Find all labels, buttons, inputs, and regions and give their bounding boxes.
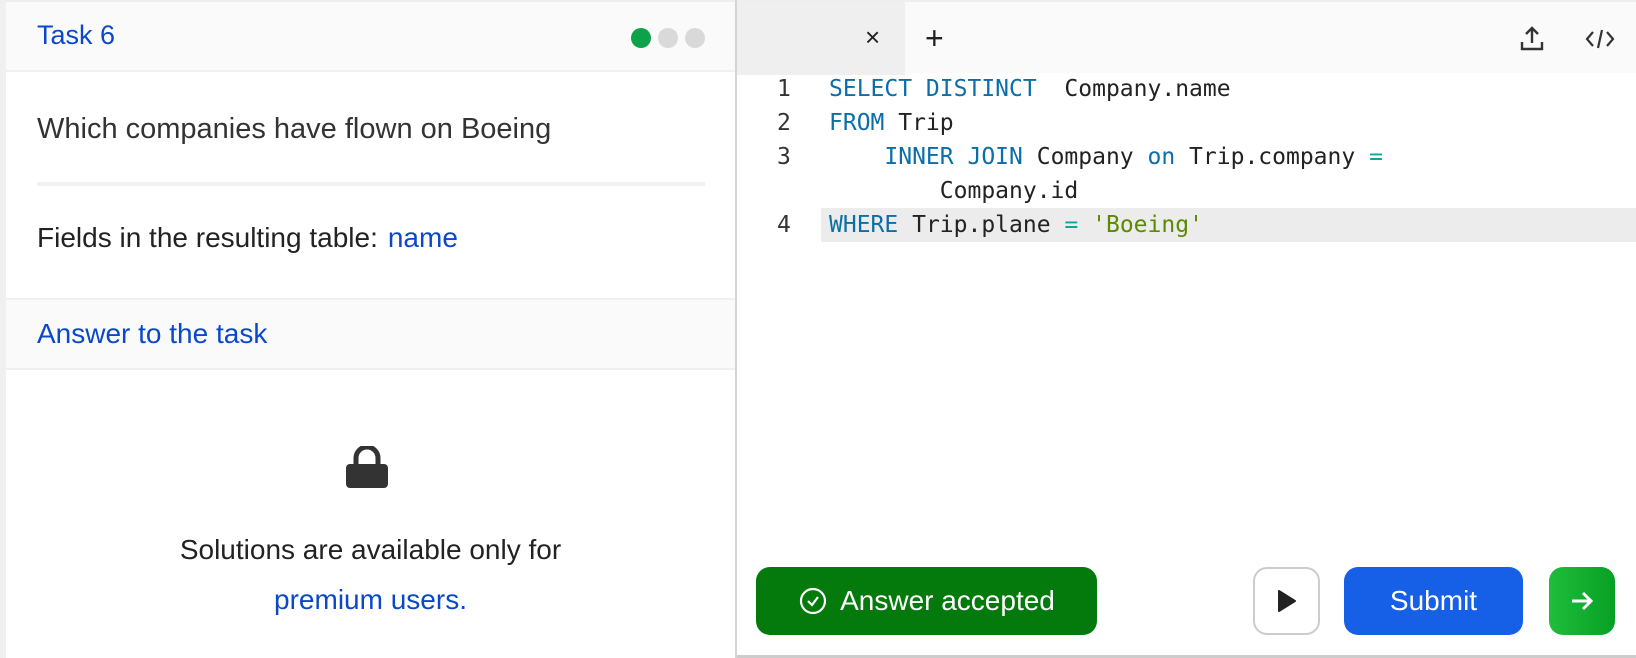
progress-dot-pending [685, 28, 705, 48]
code-line[interactable]: Company.id [737, 174, 1636, 208]
code-token: Company.id [829, 178, 1079, 204]
fields-label: Fields in the resulting table: [37, 222, 378, 253]
code-line[interactable]: 3 INNER JOIN Company on Trip.company = [737, 140, 1636, 174]
task-question: Which companies have flown on Boeing [37, 113, 552, 145]
share-icon[interactable] [1517, 24, 1547, 54]
run-button[interactable] [1253, 567, 1320, 635]
result-fields: Fields in the resulting table: name [37, 222, 458, 254]
code-token: Trip.plane [898, 212, 1065, 238]
locked-message: Solutions are available only for [179, 534, 562, 565]
answer-heading[interactable]: Answer to the task [37, 318, 267, 350]
arrow-right-icon [1572, 591, 1594, 611]
code-token: Company.name [1036, 76, 1231, 102]
code-token: = [1064, 212, 1079, 238]
status-label: Answer accepted [840, 585, 1055, 616]
premium-link[interactable]: premium users. [6, 584, 735, 616]
code-token: Trip.company [1175, 144, 1370, 170]
close-tab-icon[interactable]: × [865, 22, 880, 53]
code-view-icon[interactable] [1585, 24, 1615, 54]
field-name: name [387, 222, 458, 253]
line-number: 1 [777, 76, 791, 102]
add-tab-icon[interactable]: + [925, 20, 944, 57]
code-text: SELECT DISTINCT Company.name [829, 72, 1231, 106]
progress-dot-pending [658, 28, 678, 48]
code-text: WHERE Trip.plane = 'Boeing' [829, 208, 1203, 242]
submit-button[interactable]: Submit [1344, 567, 1523, 635]
code-text: INNER JOIN Company on Trip.company = [829, 140, 1383, 174]
divider [37, 182, 705, 186]
task-panel: Task 6 Which companies have flown on Boe… [0, 0, 737, 658]
code-token: 'Boeing' [1092, 212, 1203, 238]
play-icon [1277, 590, 1296, 612]
code-token: SELECT DISTINCT [829, 76, 1037, 102]
code-line[interactable]: 4 WHERE Trip.plane = 'Boeing' [777, 208, 1636, 242]
code-token: WHERE [829, 212, 899, 238]
code-token: FROM [829, 110, 885, 136]
code-text: Company.id [829, 174, 1078, 208]
next-task-button[interactable] [1549, 567, 1615, 635]
code-line[interactable]: 1 SELECT DISTINCT Company.name [737, 72, 1636, 106]
answer-accepted-status: Answer accepted [756, 567, 1097, 635]
code-token: INNER JOIN [884, 144, 1023, 170]
code-token: Company [1022, 144, 1148, 170]
line-number: 2 [777, 110, 791, 136]
lock-icon [346, 446, 388, 488]
code-token: Trip [884, 110, 954, 136]
progress-dots [631, 28, 705, 48]
code-text: FROM Trip [829, 106, 954, 140]
line-number: 3 [777, 144, 791, 170]
code-token: on [1147, 144, 1176, 170]
task-title: Task 6 [37, 20, 116, 50]
answer-section-header[interactable]: Answer to the task [6, 298, 735, 370]
editor-tab[interactable]: × [737, 2, 905, 75]
progress-dot-done [631, 28, 651, 48]
editor-tabbar: × + [737, 0, 1636, 75]
code-line[interactable]: 2 FROM Trip [737, 106, 1636, 140]
line-number: 4 [777, 212, 791, 238]
editor-panel: × + 1 SELECT DISTINCT Company.name 2 FROM T… [737, 0, 1636, 658]
task-header: Task 6 [6, 0, 735, 72]
code-token: = [1369, 144, 1383, 170]
check-circle-icon [799, 587, 827, 615]
